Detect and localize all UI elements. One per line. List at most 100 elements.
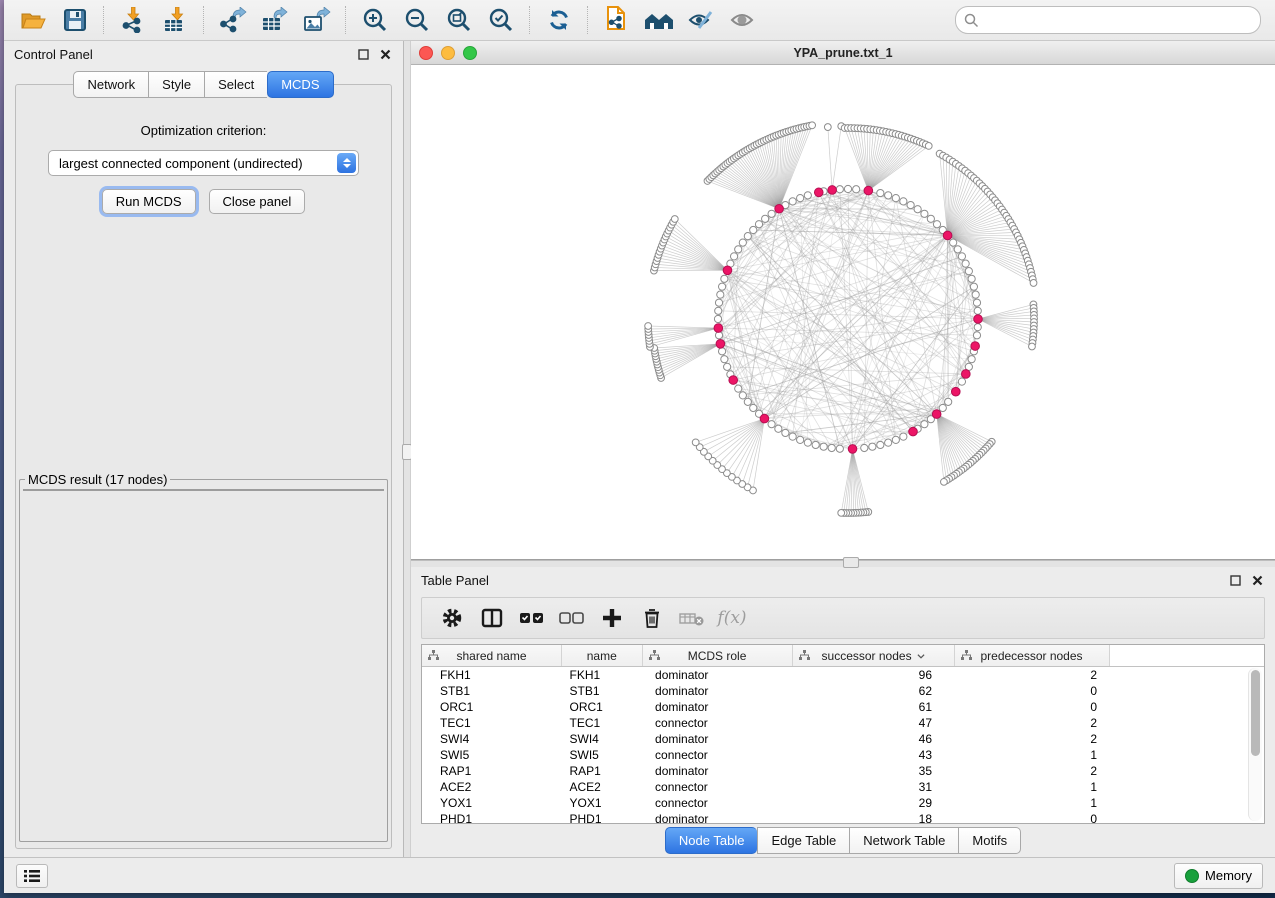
zoom-selected-button[interactable] bbox=[480, 3, 522, 37]
network-node[interactable] bbox=[804, 439, 811, 446]
network-node[interactable] bbox=[739, 239, 746, 246]
mcds-node[interactable] bbox=[714, 324, 723, 333]
network-node[interactable] bbox=[812, 441, 819, 448]
mcds-node[interactable] bbox=[723, 266, 732, 275]
network-node[interactable] bbox=[972, 291, 979, 298]
network-node[interactable] bbox=[844, 185, 851, 192]
search-input[interactable] bbox=[979, 12, 1252, 28]
column-header-shared-name[interactable]: shared name bbox=[422, 645, 562, 667]
close-window-icon[interactable] bbox=[419, 46, 433, 60]
column-header-successor-nodes[interactable]: successor nodes bbox=[792, 645, 954, 667]
network-node[interactable] bbox=[1029, 343, 1036, 350]
mcds-node[interactable] bbox=[909, 427, 918, 436]
network-node[interactable] bbox=[762, 215, 769, 222]
tab-mcds[interactable]: MCDS bbox=[267, 71, 333, 98]
network-node[interactable] bbox=[804, 192, 811, 199]
horizontal-splitter[interactable] bbox=[411, 560, 1275, 567]
network-node[interactable] bbox=[885, 192, 892, 199]
network-node[interactable] bbox=[718, 348, 725, 355]
network-node[interactable] bbox=[892, 436, 899, 443]
task-history-button[interactable] bbox=[16, 864, 48, 888]
scrollbar-thumb[interactable] bbox=[1251, 670, 1260, 756]
import-table-button[interactable] bbox=[154, 3, 196, 37]
network-node[interactable] bbox=[836, 186, 843, 193]
node-table-row[interactable]: FKH1FKH1dominator962 bbox=[422, 667, 1264, 684]
network-node[interactable] bbox=[853, 186, 860, 193]
network-node[interactable] bbox=[933, 221, 940, 228]
network-node[interactable] bbox=[974, 307, 981, 314]
network-node[interactable] bbox=[750, 226, 757, 233]
network-node[interactable] bbox=[900, 433, 907, 440]
network-node[interactable] bbox=[974, 324, 981, 331]
mcds-node[interactable] bbox=[814, 188, 823, 197]
mcds-node[interactable] bbox=[864, 186, 873, 195]
mcds-result-item[interactable]: PHD1 bbox=[24, 490, 383, 491]
mcds-node[interactable] bbox=[760, 414, 769, 423]
node-table-row[interactable]: STB1STB1dominator620 bbox=[422, 683, 1264, 699]
network-node[interactable] bbox=[717, 291, 724, 298]
network-node[interactable] bbox=[838, 509, 845, 516]
network-node[interactable] bbox=[925, 142, 932, 149]
deselect-all-button[interactable] bbox=[552, 602, 592, 634]
hide-selected-button[interactable] bbox=[680, 3, 722, 37]
save-session-button[interactable] bbox=[54, 3, 96, 37]
mcds-node[interactable] bbox=[974, 315, 983, 324]
network-node[interactable] bbox=[962, 260, 969, 267]
run-mcds-button[interactable]: Run MCDS bbox=[102, 189, 196, 214]
minimize-window-icon[interactable] bbox=[441, 46, 455, 60]
network-node[interactable] bbox=[973, 299, 980, 306]
node-table-row[interactable]: YOX1YOX1connector291 bbox=[422, 795, 1264, 811]
network-node[interactable] bbox=[877, 441, 884, 448]
column-header-predecessor-nodes[interactable]: predecessor nodes bbox=[954, 645, 1109, 667]
network-node[interactable] bbox=[820, 443, 827, 450]
network-node[interactable] bbox=[775, 425, 782, 432]
network-node[interactable] bbox=[941, 478, 948, 485]
network-node[interactable] bbox=[744, 398, 751, 405]
close-panel-icon[interactable] bbox=[1249, 572, 1265, 588]
network-canvas[interactable] bbox=[411, 65, 1275, 559]
network-node[interactable] bbox=[797, 195, 804, 202]
column-header-name[interactable]: name bbox=[562, 645, 643, 667]
network-node[interactable] bbox=[869, 443, 876, 450]
network-node[interactable] bbox=[744, 233, 751, 240]
optimization-criterion-select[interactable]: largest connected component (undirected) bbox=[48, 150, 359, 176]
network-node[interactable] bbox=[968, 356, 975, 363]
mcds-node[interactable] bbox=[951, 387, 960, 396]
network-node[interactable] bbox=[768, 421, 775, 428]
export-image-button[interactable] bbox=[296, 3, 338, 37]
network-node[interactable] bbox=[965, 268, 972, 275]
network-node[interactable] bbox=[877, 189, 884, 196]
table-settings-button[interactable] bbox=[432, 602, 472, 634]
network-node[interactable] bbox=[721, 275, 728, 282]
network-node[interactable] bbox=[892, 195, 899, 202]
tab-edge-table[interactable]: Edge Table bbox=[757, 827, 849, 854]
network-node[interactable] bbox=[739, 392, 746, 399]
network-node[interactable] bbox=[958, 378, 965, 385]
network-node[interactable] bbox=[755, 221, 762, 228]
function-builder-button[interactable]: f(x) bbox=[712, 602, 752, 634]
float-panel-icon[interactable] bbox=[1227, 572, 1243, 588]
network-node[interactable] bbox=[750, 404, 757, 411]
network-node[interactable] bbox=[645, 323, 652, 330]
close-panel-icon[interactable] bbox=[377, 46, 393, 62]
network-node[interactable] bbox=[968, 275, 975, 282]
network-node[interactable] bbox=[939, 404, 946, 411]
node-table-row[interactable]: RAP1RAP1dominator352 bbox=[422, 763, 1264, 779]
network-node[interactable] bbox=[970, 283, 977, 290]
network-node[interactable] bbox=[797, 436, 804, 443]
network-node[interactable] bbox=[724, 363, 731, 370]
vertical-splitter[interactable] bbox=[403, 41, 411, 857]
mcds-node[interactable] bbox=[932, 410, 941, 419]
export-network-button[interactable] bbox=[212, 3, 254, 37]
show-hidden-button[interactable] bbox=[722, 3, 764, 37]
node-table-row[interactable]: ACE2ACE2connector311 bbox=[422, 779, 1264, 795]
network-node[interactable] bbox=[782, 429, 789, 436]
network-node[interactable] bbox=[973, 332, 980, 339]
close-panel-button[interactable]: Close panel bbox=[209, 189, 306, 214]
network-node[interactable] bbox=[958, 253, 965, 260]
network-node[interactable] bbox=[1030, 280, 1037, 287]
memory-button[interactable]: Memory bbox=[1174, 863, 1263, 889]
refresh-view-button[interactable] bbox=[538, 3, 580, 37]
network-node[interactable] bbox=[900, 198, 907, 205]
network-node[interactable] bbox=[715, 299, 722, 306]
